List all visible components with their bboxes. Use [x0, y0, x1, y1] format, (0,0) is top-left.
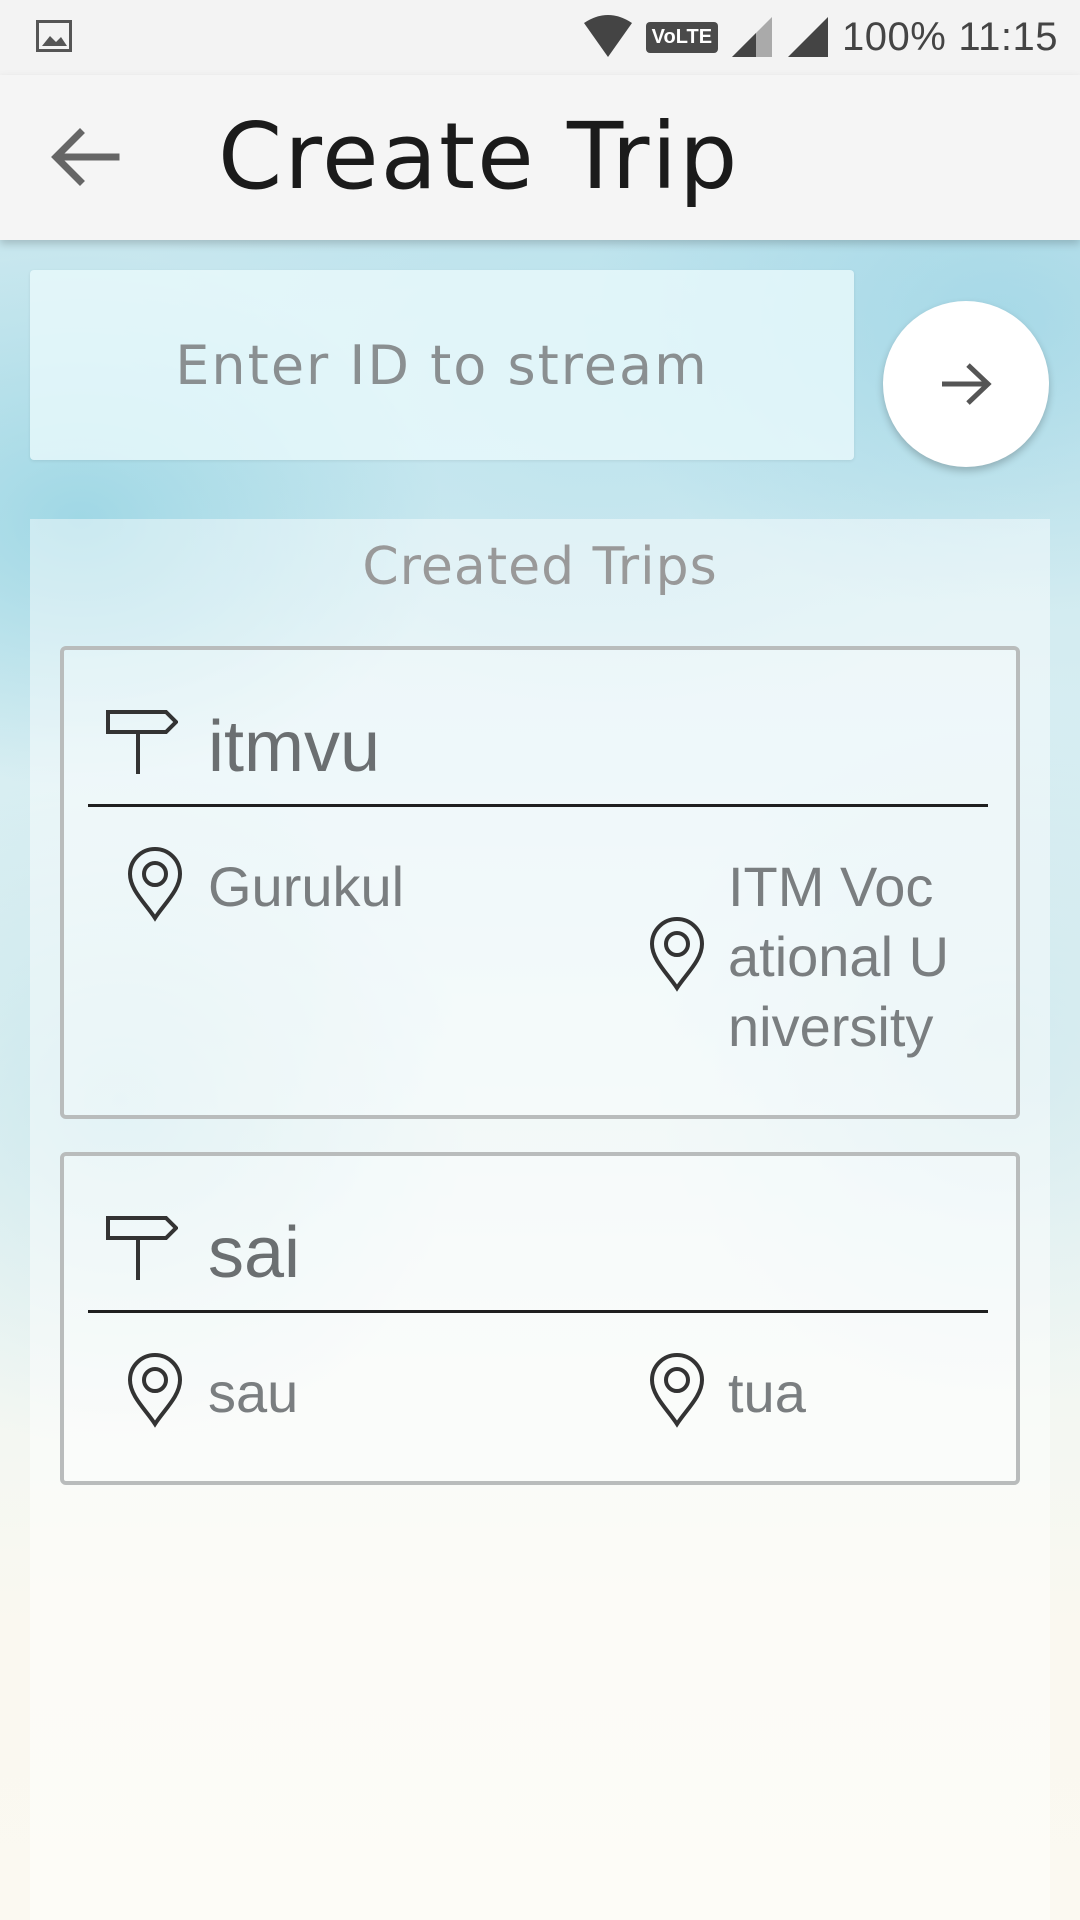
section-title: Created Trips — [362, 537, 718, 597]
trip-divider — [88, 1310, 988, 1313]
trip-divider — [88, 804, 988, 807]
trip-card[interactable]: itmvu Gurukul ITM Voc ational U niversit… — [60, 646, 1020, 1119]
location-pin-icon — [127, 847, 183, 922]
signal-icon — [788, 17, 829, 57]
clock: 11:15 — [958, 14, 1058, 59]
app-bar: Create Trip — [0, 75, 1080, 240]
created-trips-panel: Created Trips itmvu Gurukul ITM Voc atio… — [30, 519, 1050, 1920]
back-button[interactable] — [40, 117, 130, 197]
arrow-left-icon — [51, 128, 120, 186]
location-pin-icon — [127, 1353, 183, 1428]
trip-header: itmvu — [92, 686, 992, 796]
trip-origin: Gurukul — [208, 855, 405, 918]
stream-id-input[interactable] — [30, 270, 854, 460]
page-title: Create Trip — [218, 103, 740, 210]
trip-name: sai — [208, 1213, 301, 1293]
trip-destination: tua — [728, 1361, 806, 1424]
battery-level: 100% — [842, 14, 947, 59]
arrow-right-icon — [942, 363, 992, 405]
gallery-icon — [36, 20, 72, 52]
trip-destination: ITM Voc ational U niversity — [728, 855, 950, 1058]
signpost-icon — [106, 710, 178, 774]
volte-badge: VoLTE — [645, 21, 719, 53]
trip-card[interactable]: sai sau tua — [60, 1152, 1020, 1485]
wifi-icon — [583, 15, 632, 57]
go-button[interactable] — [883, 301, 1049, 467]
location-pin-icon — [649, 917, 705, 992]
trip-name: itmvu — [208, 707, 381, 787]
trip-header: sai — [92, 1192, 992, 1302]
location-pin-icon — [649, 1353, 705, 1428]
signal-icon — [732, 17, 773, 57]
signpost-icon — [106, 1216, 178, 1280]
trip-origin: sau — [208, 1361, 299, 1424]
status-bar: VoLTE 100% 11:15 — [0, 0, 1080, 75]
